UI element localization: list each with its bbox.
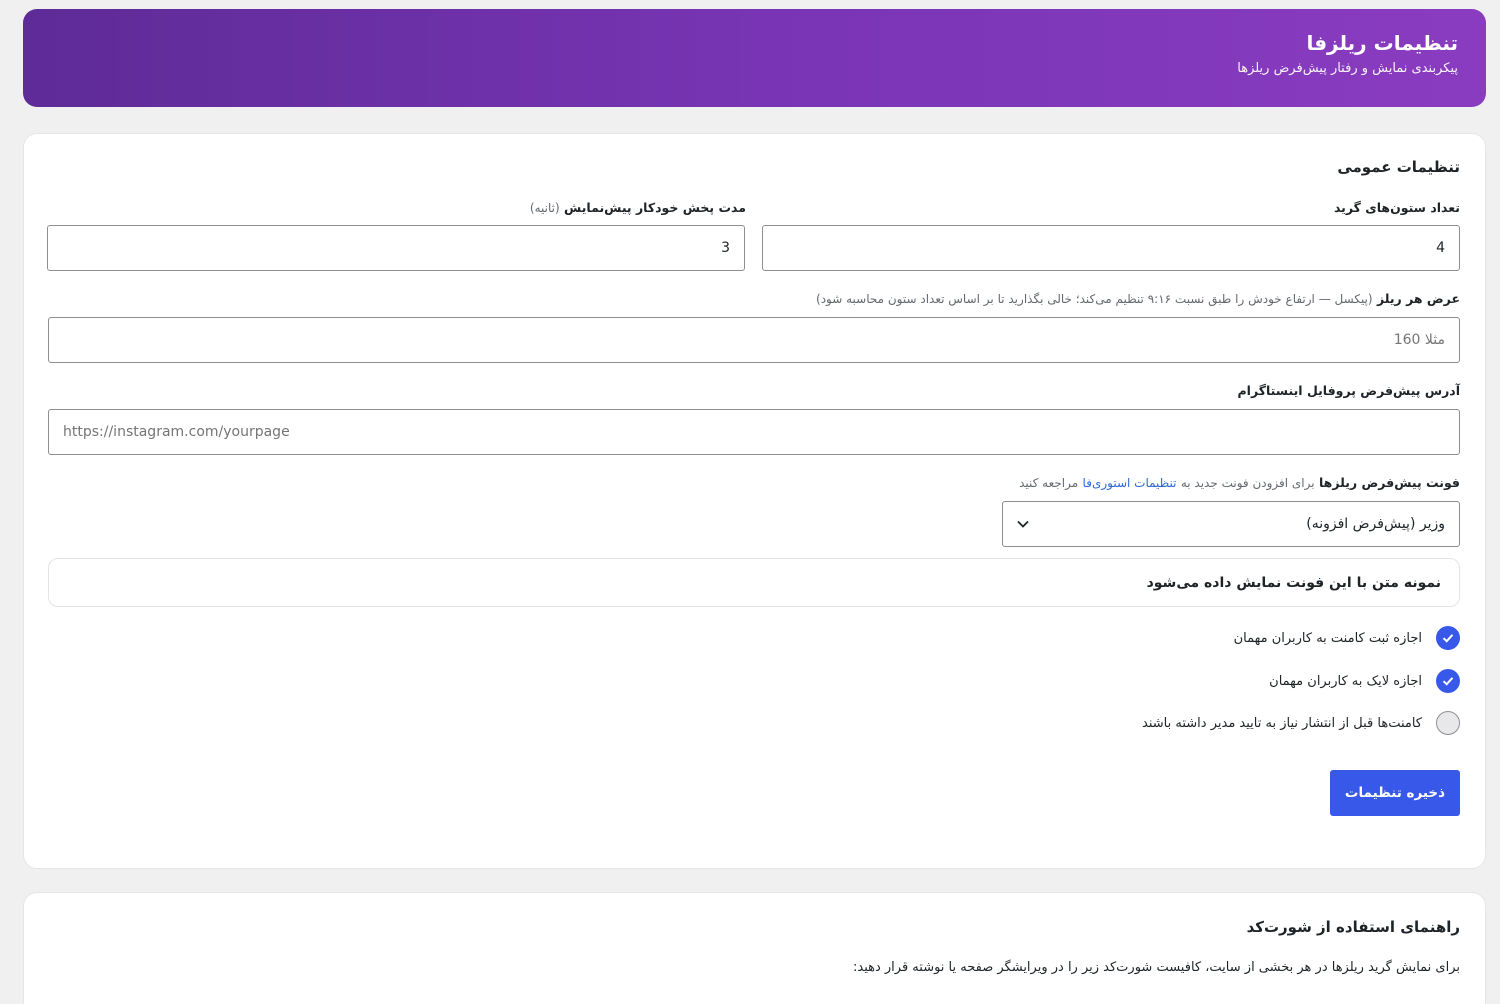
font-preview-box: نمونه متن با این فونت نمایش داده می‌شود: [48, 558, 1460, 607]
font-select[interactable]: وزیر (پیش‌فرض افزونه): [1002, 501, 1460, 547]
reel-width-label-text: عرض هر ریلز: [1376, 291, 1460, 306]
font-select-value: وزیر (پیش‌فرض افزونه): [1306, 516, 1445, 532]
general-section-title: تنظیمات عمومی: [1337, 158, 1460, 176]
page-subtitle: پیکربندی نمایش و رفتار پیش‌فرض ریلزها: [1237, 61, 1458, 76]
checkbox-checked-icon[interactable]: [1436, 626, 1460, 650]
guest-comment-option-label: اجازه ثبت کامنت به کاربران مهمان: [1233, 630, 1422, 646]
reel-width-hint: (پیکسل — ارتفاع خودش را طبق نسبت ۹:۱۶ تن…: [816, 292, 1373, 306]
guest-like-option-label: اجازه لایک به کاربران مهمان: [1269, 673, 1422, 689]
page-header: تنظیمات ریلزفا پیکربندی نمایش و رفتار پی…: [23, 9, 1486, 107]
comment-moderation-option[interactable]: کامنت‌ها قبل از انتشار نیاز به تایید مدی…: [1142, 710, 1460, 736]
chevron-down-icon: [1017, 517, 1029, 532]
grid-columns-input[interactable]: 4: [762, 225, 1460, 271]
page-title: تنظیمات ریلزفا: [1306, 31, 1458, 55]
guest-comment-option[interactable]: اجازه ثبت کامنت به کاربران مهمان: [1234, 625, 1460, 651]
instagram-profile-input[interactable]: https://instagram.com/yourpage: [48, 409, 1460, 455]
font-hint-before: برای افزودن فونت جدید به: [1180, 476, 1315, 490]
instagram-profile-label: آدرس پیش‌فرض پروفایل اینستاگرام: [1237, 383, 1461, 398]
reel-width-label: عرض هر ریلز (پیکسل — ارتفاع خودش را طبق …: [816, 291, 1460, 306]
checkbox-checked-icon[interactable]: [1436, 669, 1460, 693]
autoplay-duration-label-text: مدت پخش خودکار پیش‌نمایش: [564, 200, 746, 215]
grid-columns-label: تعداد ستون‌های گرید: [1333, 200, 1460, 215]
reel-width-input[interactable]: مثلا 160: [48, 317, 1460, 363]
autoplay-duration-label: مدت پخش خودکار پیش‌نمایش (ثانیه): [530, 200, 746, 215]
font-label: فونت پیش‌فرض ریلزها برای افزودن فونت جدی…: [1019, 475, 1460, 490]
guide-description: برای نمایش گرید ریلزها در هر بخشی از سای…: [852, 960, 1460, 975]
comment-moderation-option-label: کامنت‌ها قبل از انتشار نیاز به تایید مدی…: [1142, 715, 1422, 731]
autoplay-duration-input[interactable]: 3: [47, 225, 745, 271]
font-hint-after: مراجعه کنید: [1019, 476, 1079, 490]
storyfa-settings-link[interactable]: تنظیمات استوری‌فا: [1083, 476, 1177, 490]
guide-section-title: راهنمای استفاده از شورت‌کد: [1246, 918, 1460, 936]
checkbox-unchecked-icon[interactable]: [1436, 711, 1460, 735]
general-settings-card: تنظیمات عمومی تعداد ستون‌های گرید 4 مدت …: [23, 133, 1486, 869]
shortcode-guide-card: راهنمای استفاده از شورت‌کد برای نمایش گر…: [23, 892, 1486, 1004]
autoplay-duration-hint: (ثانیه): [529, 201, 560, 215]
save-settings-button[interactable]: ذخیره تنظیمات: [1330, 770, 1460, 816]
font-label-text: فونت پیش‌فرض ریلزها: [1318, 475, 1460, 490]
guest-like-option[interactable]: اجازه لایک به کاربران مهمان: [1269, 668, 1460, 694]
